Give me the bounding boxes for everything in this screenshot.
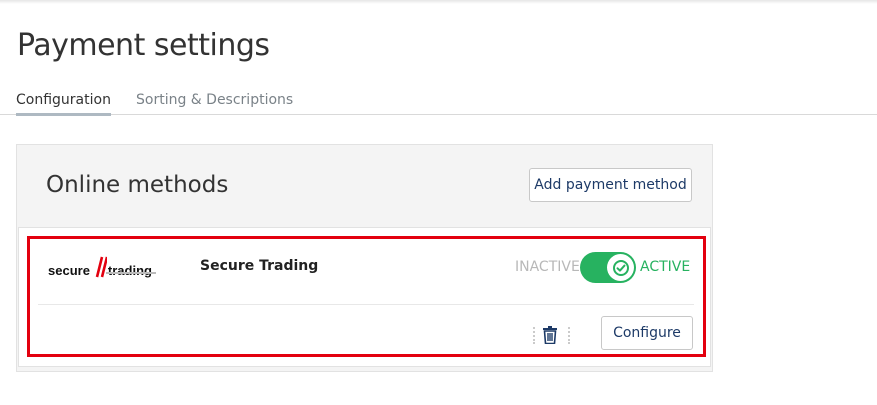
tab-configuration[interactable]: Configuration [16, 92, 111, 116]
logo-text-secure: secure [48, 263, 90, 278]
online-methods-title: Online methods [46, 172, 229, 198]
inactive-label: INACTIVE [515, 259, 580, 275]
add-payment-method-button[interactable]: Add payment method [529, 168, 692, 202]
top-shadow [0, 0, 877, 4]
configure-button[interactable]: Configure [601, 316, 693, 350]
logo-slashes-icon [95, 256, 107, 278]
trash-icon[interactable] [542, 326, 558, 344]
check-icon [612, 259, 629, 276]
active-label: ACTIVE [640, 259, 691, 275]
active-toggle[interactable] [580, 252, 636, 283]
secure-trading-logo: secure trading [48, 254, 156, 278]
card-divider [38, 304, 694, 305]
tab-sorting-descriptions[interactable]: Sorting & Descriptions [136, 92, 293, 108]
page-title: Payment settings [17, 28, 270, 63]
logo-tagline [106, 272, 156, 274]
drag-handle-icon[interactable] [568, 326, 570, 344]
toggle-knob [607, 254, 634, 281]
tab-bar: Configuration Sorting & Descriptions [0, 86, 877, 116]
payment-method-name: Secure Trading [200, 258, 319, 274]
logo-text-trading: trading [107, 263, 152, 278]
drag-handle-icon[interactable] [533, 326, 535, 344]
